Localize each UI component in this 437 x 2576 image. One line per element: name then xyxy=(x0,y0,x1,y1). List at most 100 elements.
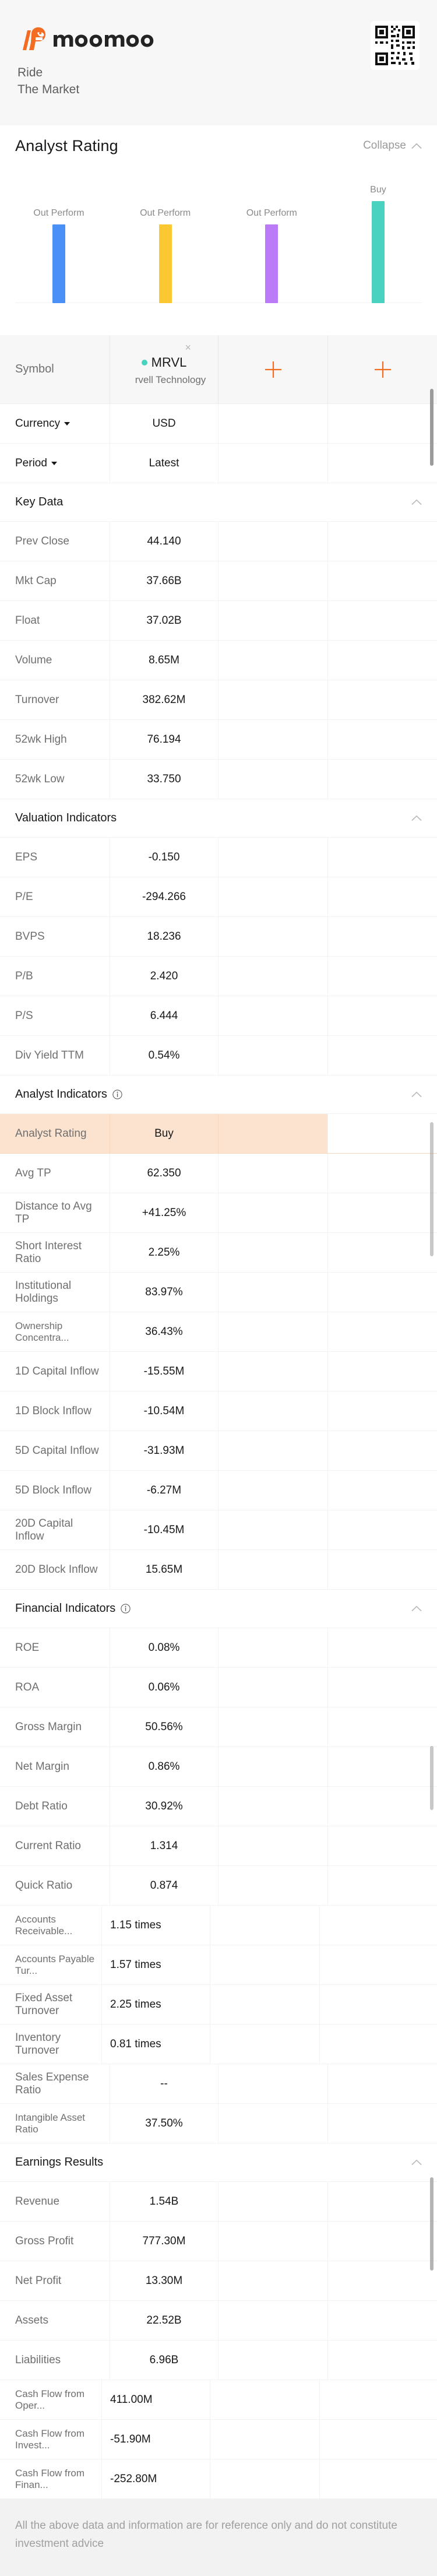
row-label: Prev Close xyxy=(15,535,69,547)
empty-cell xyxy=(327,1510,437,1549)
vertical-scrollbar-thumb-lower[interactable] xyxy=(430,1746,434,1810)
row-label-dropdown[interactable]: Currency xyxy=(0,404,110,443)
empty-cell xyxy=(218,1747,327,1786)
row-label: Cash Flow from Finan... xyxy=(15,2467,85,2490)
row-value: 76.194 xyxy=(110,720,218,759)
vertical-scrollbar-thumb-mid[interactable] xyxy=(430,1122,434,1256)
empty-cell xyxy=(218,720,327,759)
collapse-label: Collapse xyxy=(363,139,406,152)
table-group-header[interactable]: Financial Indicators xyxy=(0,1590,437,1628)
row-label-dropdown[interactable]: Period xyxy=(0,444,110,483)
chevron-up-icon[interactable] xyxy=(411,1605,422,1612)
empty-cell xyxy=(218,1550,327,1589)
table-row: Gross Profit 777.30M xyxy=(0,2222,437,2261)
row-value: 382.62M xyxy=(110,680,218,719)
empty-cell xyxy=(327,917,437,956)
row-value: 411.00M xyxy=(101,2380,210,2419)
empty-cell xyxy=(218,917,327,956)
add-symbol-button-1[interactable] xyxy=(218,335,327,403)
row-value: 0.81 times xyxy=(101,2025,210,2064)
row-value: 37.02B xyxy=(110,601,218,640)
row-value: 0.86% xyxy=(110,1747,218,1786)
row-value: -6.27M xyxy=(110,1471,218,1510)
plus-icon xyxy=(374,361,391,378)
row-label: P/B xyxy=(15,969,33,982)
empty-cell xyxy=(327,2340,437,2380)
group-title-wrap: Earnings Results xyxy=(15,2156,103,2169)
empty-cell xyxy=(327,1471,437,1510)
row-value: 33.750 xyxy=(110,760,218,799)
table-group-header[interactable]: Key Data xyxy=(0,483,437,522)
table-row: Cash Flow from Finan... -252.80M xyxy=(0,2459,437,2499)
row-value: Buy xyxy=(110,1114,218,1153)
row-value: 30.92% xyxy=(110,1787,218,1826)
chevron-up-icon[interactable] xyxy=(411,1091,422,1098)
row-value: -15.55M xyxy=(110,1352,218,1391)
empty-cell xyxy=(210,1945,319,1984)
row-label: Sales Expense Ratio xyxy=(15,2071,89,2096)
collapse-button[interactable]: Collapse xyxy=(363,139,422,152)
table-row: Current Ratio 1.314 xyxy=(0,1826,437,1866)
empty-cell xyxy=(218,1826,327,1865)
row-value: 0.06% xyxy=(110,1668,218,1707)
table-row: Cash Flow from Oper... 411.00M xyxy=(0,2380,437,2420)
add-symbol-button-2[interactable] xyxy=(327,335,437,403)
symbol-column-mrvl[interactable]: × MRVL rvell Technology xyxy=(110,335,218,403)
table-row: Analyst Rating Buy xyxy=(0,1114,437,1154)
ticker-status-dot xyxy=(141,360,147,366)
chart-bar-column: Out Perform xyxy=(15,166,103,335)
chart-bar xyxy=(158,224,172,303)
empty-cell xyxy=(327,1826,437,1865)
row-label: 1D Capital Inflow xyxy=(15,1365,99,1377)
row-value: -31.93M xyxy=(110,1431,218,1470)
row-value: 37.66B xyxy=(110,561,218,600)
row-label: Fixed Asset Turnover xyxy=(15,1991,73,2017)
table-row: Inventory Turnover 0.81 times xyxy=(0,2025,437,2064)
vertical-scrollbar-thumb-bottom[interactable] xyxy=(430,2177,434,2271)
row-label: Liabilities xyxy=(15,2353,61,2366)
remove-symbol-icon[interactable]: × xyxy=(185,342,191,353)
disclaimer-footer: All the above data and information are f… xyxy=(0,2499,437,2576)
table-group-header[interactable]: Analyst Indicators xyxy=(0,1076,437,1114)
chevron-up-icon[interactable] xyxy=(411,2159,422,2166)
table-group-header[interactable]: Valuation Indicators xyxy=(0,799,437,838)
stock-comparison-table: Symbol × MRVL rvell Technology Currency U… xyxy=(0,335,437,2499)
empty-cell xyxy=(319,2420,429,2459)
table-row: ROA 0.06% xyxy=(0,1668,437,1707)
empty-cell xyxy=(218,641,327,680)
empty-cell xyxy=(210,1906,319,1945)
table-row: Intangible Asset Ratio 37.50% xyxy=(0,2104,437,2143)
empty-cell xyxy=(210,2025,319,2064)
row-value: -10.45M xyxy=(110,1510,218,1549)
vertical-scrollbar-thumb-top[interactable] xyxy=(430,389,434,466)
empty-cell xyxy=(218,1707,327,1746)
ticker-symbol: MRVL xyxy=(151,355,187,370)
empty-cell xyxy=(327,1352,437,1391)
empty-cell xyxy=(218,1431,327,1470)
empty-cell xyxy=(327,1036,437,1075)
empty-cell xyxy=(319,2025,429,2064)
empty-cell xyxy=(327,601,437,640)
table-group-header[interactable]: Earnings Results xyxy=(0,2143,437,2182)
info-icon[interactable] xyxy=(121,1604,131,1614)
empty-cell xyxy=(327,1707,437,1746)
brand-header: Ride The Market xyxy=(0,0,437,125)
group-title-wrap: Valuation Indicators xyxy=(15,811,117,825)
table-row: Currency USD xyxy=(0,404,437,444)
row-value: +41.25% xyxy=(110,1193,218,1232)
group-title-label: Valuation Indicators xyxy=(15,811,117,824)
empty-cell xyxy=(218,2104,327,2143)
empty-cell xyxy=(218,877,327,916)
table-row: Avg TP 62.350 xyxy=(0,1154,437,1193)
chevron-up-icon[interactable] xyxy=(411,815,422,821)
row-label: Gross Margin xyxy=(15,1720,82,1733)
empty-cell xyxy=(327,1154,437,1193)
info-icon[interactable] xyxy=(112,1090,122,1099)
empty-cell xyxy=(327,1391,437,1431)
group-title-wrap: Key Data xyxy=(15,495,63,509)
chevron-up-icon[interactable] xyxy=(411,499,422,505)
row-value: 1.54B xyxy=(110,2182,218,2221)
brand-row xyxy=(17,26,420,51)
empty-cell xyxy=(218,404,327,443)
empty-cell xyxy=(327,996,437,1035)
